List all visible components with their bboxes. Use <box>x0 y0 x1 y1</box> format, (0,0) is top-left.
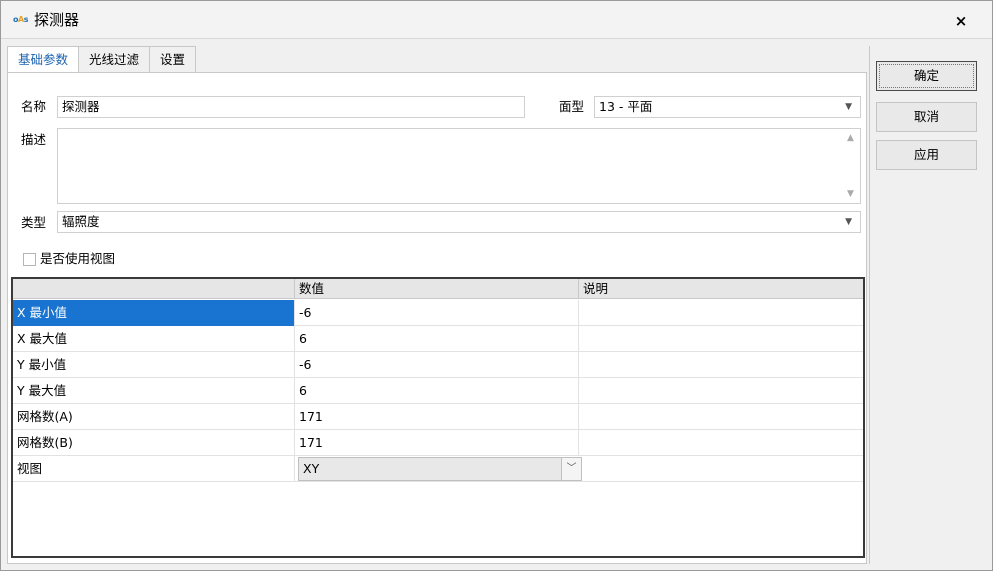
row-note[interactable] <box>579 326 863 352</box>
app-logo-icon: oAs <box>13 15 28 24</box>
window-title: 探测器 <box>34 11 80 29</box>
row-value[interactable]: 6 <box>295 326 579 352</box>
row-value[interactable]: -6 <box>295 300 579 326</box>
surface-select-value: 13 - 平面 <box>599 99 653 114</box>
row-name[interactable]: X 最大值 <box>13 326 295 352</box>
view-combo[interactable]: XY ﹀ <box>298 457 582 481</box>
view-combo-value: XY <box>303 461 320 476</box>
scroll-down-icon[interactable]: ▼ <box>847 189 854 199</box>
description-textarea[interactable]: ▲ ▼ <box>57 128 861 204</box>
scroll-up-icon[interactable]: ▲ <box>847 133 854 143</box>
type-label: 类型 <box>21 215 47 230</box>
name-input[interactable]: 探测器 <box>57 96 525 118</box>
name-label: 名称 <box>21 99 47 114</box>
tab-basic-params[interactable]: 基础参数 <box>7 46 80 74</box>
tab-ray-filter[interactable]: 光线过滤 <box>78 46 151 72</box>
row-note[interactable] <box>579 378 863 404</box>
row-name[interactable]: 网格数(A) <box>13 404 295 430</box>
close-button[interactable]: × <box>949 10 973 32</box>
row-name[interactable]: Y 最大值 <box>13 378 295 404</box>
description-label: 描述 <box>21 132 47 147</box>
table-row[interactable]: Y 最大值 6 <box>13 378 863 404</box>
row-name[interactable]: 网格数(B) <box>13 430 295 456</box>
apply-button[interactable]: 应用 <box>876 140 977 170</box>
description-scrollbar[interactable]: ▲ ▼ <box>842 129 860 203</box>
surface-label: 面型 <box>559 99 585 114</box>
tab-settings[interactable]: 设置 <box>149 46 197 72</box>
row-value[interactable]: 6 <box>295 378 579 404</box>
header-note: 说明 <box>583 281 609 296</box>
dialog-window: oAs 探测器 × 基础参数 光线过滤 设置 名称 探测器 面型 13 - 平面… <box>0 0 993 571</box>
row-note[interactable] <box>579 300 863 326</box>
row-value[interactable]: -6 <box>295 352 579 378</box>
row-value[interactable]: 171 <box>295 404 579 430</box>
row-name[interactable]: X 最小值 <box>13 300 295 326</box>
row-name[interactable]: Y 最小值 <box>13 352 295 378</box>
row-note[interactable] <box>579 430 863 456</box>
table-row[interactable]: 视图 XY ﹀ <box>13 456 863 482</box>
chevron-down-icon: ▼ <box>845 217 852 227</box>
row-note[interactable] <box>579 352 863 378</box>
table-row[interactable]: 网格数(B) 171 <box>13 430 863 456</box>
table-row[interactable]: X 最小值 -6 <box>13 300 863 326</box>
header-value: 数值 <box>295 279 579 299</box>
type-select[interactable]: 辐照度 ▼ <box>57 211 861 233</box>
chevron-down-icon: ▼ <box>845 102 852 112</box>
table-row[interactable]: X 最大值 6 <box>13 326 863 352</box>
row-name[interactable]: 视图 <box>13 456 295 482</box>
tab-strip: 基础参数 光线过滤 设置 <box>7 46 197 74</box>
chevron-down-icon[interactable]: ﹀ <box>561 458 581 480</box>
header-name <box>13 279 295 299</box>
table-row[interactable]: Y 最小值 -6 <box>13 352 863 378</box>
property-grid: 数值 说明 X 最小值 -6 X 最大值 6 Y 最小值 -6 Y 最大值 6 … <box>11 277 865 558</box>
use-view-label: 是否使用视图 <box>40 251 116 266</box>
row-note[interactable] <box>579 404 863 430</box>
ok-button[interactable]: 确定 <box>876 61 977 91</box>
title-bar: oAs 探测器 × <box>1 1 992 39</box>
row-note[interactable] <box>582 456 863 482</box>
type-select-value: 辐照度 <box>62 214 100 229</box>
surface-select[interactable]: 13 - 平面 ▼ <box>594 96 861 118</box>
grid-header: 数值 说明 <box>13 279 863 299</box>
row-value[interactable]: 171 <box>295 430 579 456</box>
table-row[interactable]: 网格数(A) 171 <box>13 404 863 430</box>
cancel-button[interactable]: 取消 <box>876 102 977 132</box>
use-view-checkbox[interactable] <box>23 253 36 266</box>
